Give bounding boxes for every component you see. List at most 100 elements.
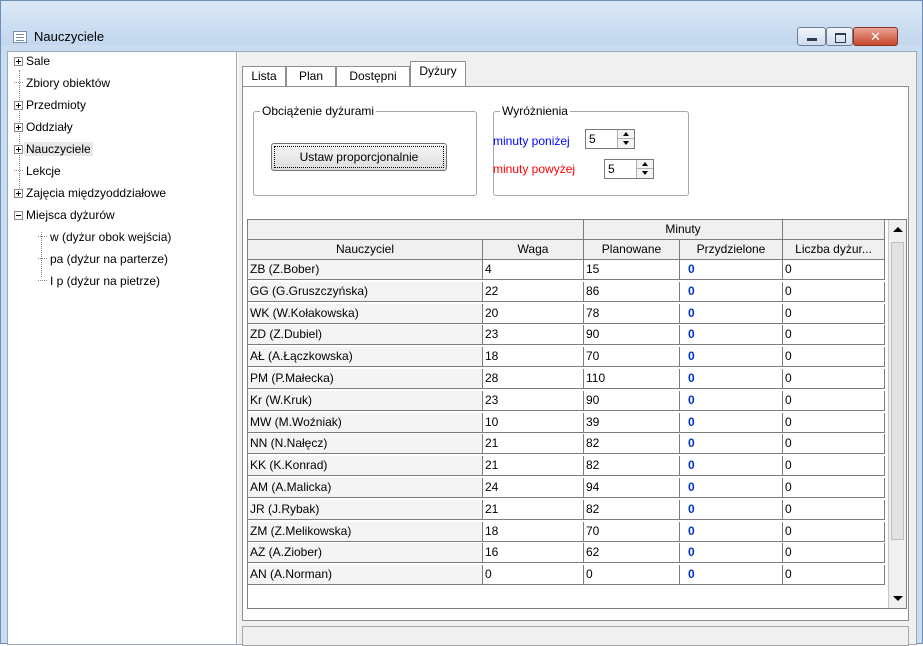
spinner-down-icon[interactable]: [618, 139, 634, 148]
tree-item[interactable]: w (dyżur obok wejścia): [38, 228, 173, 246]
scroll-down-icon[interactable]: [893, 596, 903, 601]
table-cell[interactable]: AN (A.Norman): [248, 565, 483, 585]
column-header[interactable]: Przydzielone: [680, 240, 783, 260]
table-cell[interactable]: KK (K.Konrad): [248, 456, 483, 476]
tree-item[interactable]: Lekcje: [14, 162, 63, 180]
title-bar[interactable]: Nauczyciele ✕: [1, 1, 922, 46]
table-cell[interactable]: 4: [483, 260, 584, 280]
table-cell[interactable]: 15: [584, 260, 680, 280]
minimize-button[interactable]: [797, 27, 826, 46]
column-header[interactable]: Nauczyciel: [248, 240, 483, 260]
table-cell[interactable]: 0: [783, 304, 885, 324]
table-cell[interactable]: 82: [584, 434, 680, 454]
tab-2[interactable]: Dostępni: [336, 66, 410, 86]
expand-icon[interactable]: [14, 145, 23, 154]
table-cell[interactable]: 18: [483, 522, 584, 542]
expand-icon[interactable]: [14, 123, 23, 132]
tree-item[interactable]: Sale: [14, 52, 52, 70]
collapse-icon[interactable]: [14, 211, 23, 220]
table-cell[interactable]: 70: [584, 522, 680, 542]
scroll-thumb[interactable]: [891, 242, 904, 540]
table-cell[interactable]: 23: [483, 325, 584, 345]
table-cell[interactable]: 0: [783, 325, 885, 345]
table-cell[interactable]: 94: [584, 478, 680, 498]
table-cell[interactable]: 0: [680, 434, 783, 454]
table-cell[interactable]: 21: [483, 500, 584, 520]
table-cell[interactable]: GG (G.Gruszczyńska): [248, 282, 483, 302]
spinner-down-icon[interactable]: [637, 169, 653, 178]
table-cell[interactable]: ZB (Z.Bober): [248, 260, 483, 280]
table-cell[interactable]: ZD (Z.Dubiel): [248, 325, 483, 345]
table-cell[interactable]: 0: [783, 391, 885, 411]
table-cell[interactable]: 16: [483, 543, 584, 563]
table-cell[interactable]: 0: [680, 369, 783, 389]
table-cell[interactable]: 0: [783, 369, 885, 389]
table-cell[interactable]: NN (N.Nałęcz): [248, 434, 483, 454]
expand-icon[interactable]: [14, 189, 23, 198]
close-button[interactable]: ✕: [853, 27, 898, 46]
table-cell[interactable]: 0: [680, 304, 783, 324]
duty-table[interactable]: Minuty Nauczyciel Waga Planowane Przydzielon…: [247, 219, 907, 609]
tree-item[interactable]: Miejsca dyżurów: [14, 206, 117, 224]
table-cell[interactable]: 0: [680, 325, 783, 345]
table-cell[interactable]: 62: [584, 543, 680, 563]
table-cell[interactable]: 22: [483, 282, 584, 302]
table-cell[interactable]: 39: [584, 413, 680, 433]
table-cell[interactable]: 0: [680, 260, 783, 280]
table-cell[interactable]: 0: [680, 456, 783, 476]
spinner-up-icon[interactable]: [637, 160, 653, 169]
table-cell[interactable]: 110: [584, 369, 680, 389]
table-cell[interactable]: 0: [680, 478, 783, 498]
tree-item[interactable]: pa (dyżur na parterze): [38, 250, 170, 268]
table-cell[interactable]: 20: [483, 304, 584, 324]
tab-1[interactable]: Plan: [286, 66, 336, 86]
table-cell[interactable]: 0: [783, 565, 885, 585]
table-cell[interactable]: 0: [783, 260, 885, 280]
table-cell[interactable]: 0: [680, 391, 783, 411]
table-cell[interactable]: 0: [783, 413, 885, 433]
table-cell[interactable]: 90: [584, 325, 680, 345]
above-spinner[interactable]: 5: [604, 159, 654, 179]
vertical-scrollbar[interactable]: [888, 220, 906, 608]
table-cell[interactable]: ZM (Z.Melikowska): [248, 522, 483, 542]
table-cell[interactable]: 0: [680, 565, 783, 585]
tree-item[interactable]: Zajęcia międzyoddziałowe: [14, 184, 168, 202]
table-cell[interactable]: 0: [783, 456, 885, 476]
scroll-up-icon[interactable]: [893, 227, 903, 232]
table-cell[interactable]: 0: [783, 478, 885, 498]
table-cell[interactable]: 18: [483, 347, 584, 367]
table-cell[interactable]: 0: [584, 565, 680, 585]
maximize-button[interactable]: [826, 27, 853, 46]
table-cell[interactable]: AZ (A.Ziober): [248, 543, 483, 563]
table-cell[interactable]: 82: [584, 500, 680, 520]
table-cell[interactable]: 0: [483, 565, 584, 585]
table-cell[interactable]: AŁ (A.Łączkowska): [248, 347, 483, 367]
table-cell[interactable]: PM (P.Małecka): [248, 369, 483, 389]
expand-icon[interactable]: [14, 57, 23, 66]
table-cell[interactable]: 0: [783, 543, 885, 563]
tree-item[interactable]: Przedmioty: [14, 96, 88, 114]
table-cell[interactable]: 0: [680, 500, 783, 520]
table-cell[interactable]: 86: [584, 282, 680, 302]
table-cell[interactable]: WK (W.Kołakowska): [248, 304, 483, 324]
table-cell[interactable]: 78: [584, 304, 680, 324]
table-cell[interactable]: 0: [680, 543, 783, 563]
tab-0[interactable]: Lista: [242, 66, 286, 86]
table-cell[interactable]: 0: [680, 282, 783, 302]
tab-3[interactable]: Dyżury: [410, 61, 466, 86]
column-header[interactable]: Liczba dyżur...: [783, 240, 885, 260]
table-cell[interactable]: 82: [584, 456, 680, 476]
table-cell[interactable]: 28: [483, 369, 584, 389]
table-cell[interactable]: JR (J.Rybak): [248, 500, 483, 520]
expand-icon[interactable]: [14, 101, 23, 110]
column-header[interactable]: Waga: [483, 240, 584, 260]
table-cell[interactable]: AM (A.Malicka): [248, 478, 483, 498]
table-cell[interactable]: 0: [783, 347, 885, 367]
table-cell[interactable]: 23: [483, 391, 584, 411]
table-cell[interactable]: 0: [783, 282, 885, 302]
table-cell[interactable]: 10: [483, 413, 584, 433]
tree-item[interactable]: Zbiory obiektów: [14, 74, 112, 92]
table-cell[interactable]: 0: [783, 434, 885, 454]
table-cell[interactable]: 0: [680, 347, 783, 367]
table-cell[interactable]: 0: [783, 500, 885, 520]
